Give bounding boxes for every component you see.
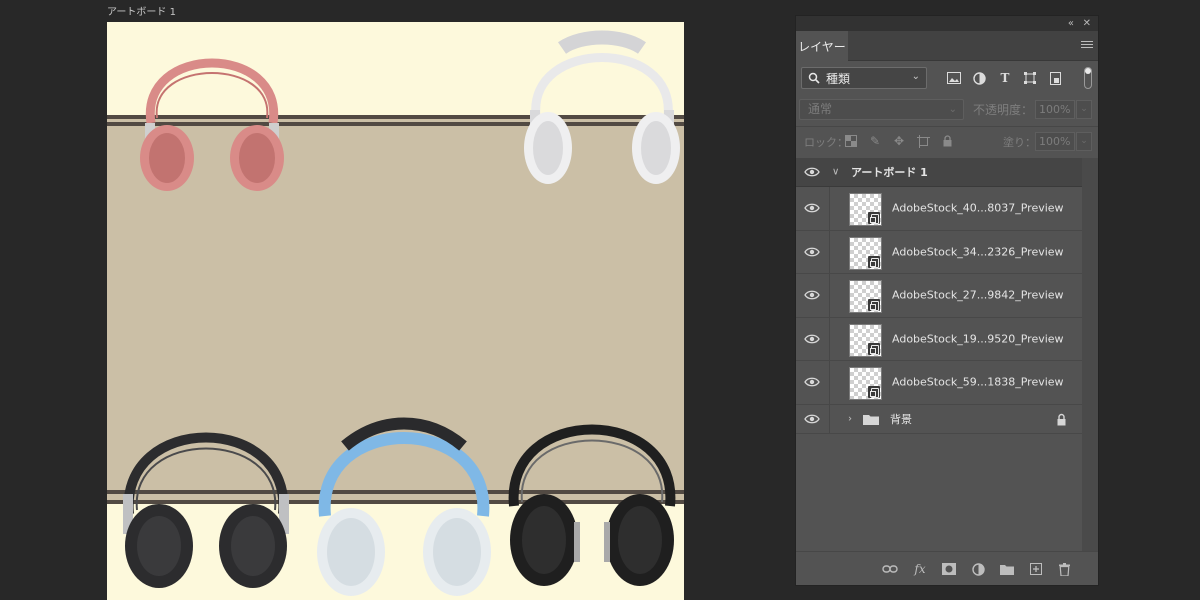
smart-object-icon [868,255,880,268]
fill-dropdown-icon[interactable]: ⌄ [1076,132,1092,151]
layer-row-artboard-group[interactable]: ∨ アートボード 1 [796,158,1083,187]
layer-row-background-group[interactable]: › 背景 [796,404,1083,434]
lock-all-icon[interactable] [940,134,954,148]
layer-name: AdobeStock_40...8037_Preview [892,201,1064,215]
adjustment-layer-icon[interactable] [970,561,986,577]
smart-object-icon [868,386,880,398]
opacity-dropdown-icon[interactable]: ⌄ [1076,100,1092,119]
artboard-canvas[interactable] [107,22,684,600]
layer-row[interactable]: AdobeStock_40...8037_Preview [796,187,1083,231]
red-headphones-image[interactable] [131,28,293,194]
smart-object-filter-icon[interactable] [1046,69,1064,87]
layer-name: AdobeStock_34...2326_Preview [892,245,1064,259]
blend-row: 通常 ⌄ 不透明度： 100% ⌄ [796,95,1098,125]
black-silver-headphones-image[interactable] [500,390,684,590]
visibility-eye-icon[interactable] [804,167,820,177]
visibility-eye-icon[interactable] [804,290,820,300]
new-group-icon[interactable] [999,561,1015,577]
smart-object-icon [868,212,880,224]
layer-row[interactable]: AdobeStock_34...2326_Preview [796,230,1083,274]
layer-thumbnail [849,367,882,400]
layer-thumbnail [849,193,882,226]
panel-title-bar: « ✕ [796,16,1098,31]
layers-panel: « ✕ レイヤー 種類 ⌄ T 通常 ⌄ 不透明度： 100% ⌄ ロック： ✎… [795,15,1099,586]
lock-transparent-pixels-icon[interactable] [844,134,858,148]
fill-field[interactable]: 100% [1035,132,1075,151]
blend-mode-select[interactable]: 通常 ⌄ [799,99,964,120]
filter-kind-label: 種類 [826,71,851,86]
adjustment-filter-icon[interactable] [970,69,988,87]
panel-footer: fx [796,551,1098,585]
close-panel-icon[interactable]: ✕ [1083,16,1091,31]
layers-list: ∨ アートボード 1 AdobeStock_40...8037_Preview … [796,158,1083,434]
column-divider [829,187,830,230]
visibility-eye-icon[interactable] [804,377,820,387]
layer-row[interactable]: AdobeStock_59...1838_Preview [796,361,1083,405]
artboard-label[interactable]: アートボード 1 [107,3,176,18]
opacity-label: 不透明度： [973,103,1034,117]
layer-name: AdobeStock_27...9842_Preview [892,288,1064,302]
lock-artboard-icon[interactable] [916,134,930,148]
lock-image-pixels-icon[interactable]: ✎ [868,134,882,148]
smart-object-icon [868,299,880,311]
padlock-icon[interactable] [1056,413,1067,426]
shape-filter-icon[interactable] [1021,69,1039,87]
trash-icon[interactable] [1056,561,1072,577]
black-headphones-image[interactable] [115,394,297,594]
fill-label: 塗り： [1003,136,1036,149]
visibility-eye-icon[interactable] [804,247,820,257]
layer-thumbnail [849,280,882,313]
pixel-filter-icon[interactable] [945,69,963,87]
mask-icon[interactable] [941,561,957,577]
layers-scrollbar[interactable] [1082,158,1098,553]
layer-name: AdobeStock_19...9520_Preview [892,332,1064,346]
lock-label: ロック： [804,136,848,149]
panel-tab-bar: レイヤー [796,31,1098,61]
blue-white-headphones-image[interactable] [311,394,497,600]
search-icon [808,72,820,84]
lock-position-icon[interactable]: ✥ [892,134,906,148]
panel-menu-icon[interactable] [1080,39,1094,53]
layer-name: AdobeStock_59...1838_Preview [892,375,1064,389]
layer-row[interactable]: AdobeStock_27...9842_Preview [796,274,1083,318]
visibility-eye-icon[interactable] [804,414,820,424]
filter-kind-select[interactable]: 種類 ⌄ [801,67,927,89]
layer-name: 背景 [890,412,912,426]
column-divider [829,317,830,360]
link-layers-icon[interactable] [882,561,898,577]
column-divider [829,230,830,273]
column-divider [829,274,830,317]
layer-thumbnail [849,323,882,357]
new-layer-icon[interactable] [1028,561,1044,577]
lock-row: ロック： ✎ ✥ 塗り： 100% ⌄ [796,126,1098,156]
column-divider [829,361,830,404]
chevron-down-icon: ⌄ [948,104,957,115]
smart-object-icon [868,342,880,355]
layer-row[interactable]: AdobeStock_19...9520_Preview [796,317,1083,361]
filter-row: 種類 ⌄ T [796,64,1098,94]
chevron-down-icon: ⌄ [911,71,920,82]
collapse-panel-icon[interactable]: « [1068,16,1074,31]
visibility-eye-icon[interactable] [804,203,820,213]
white-headphones-image[interactable] [522,26,682,188]
blend-mode-value: 通常 [808,102,833,116]
folder-icon [863,414,879,425]
layer-thumbnail [849,236,882,270]
column-divider [829,404,830,433]
chevron-right-icon[interactable]: › [848,413,852,424]
type-filter-icon[interactable]: T [996,69,1014,87]
visibility-eye-icon[interactable] [804,334,820,344]
opacity-field[interactable]: 100% [1035,100,1075,119]
chevron-down-icon[interactable]: ∨ [832,167,839,178]
filter-toggle-switch[interactable] [1084,67,1092,89]
fx-icon[interactable]: fx [912,561,928,577]
layer-name: アートボード 1 [851,166,928,179]
tab-layers[interactable]: レイヤー [796,31,848,61]
